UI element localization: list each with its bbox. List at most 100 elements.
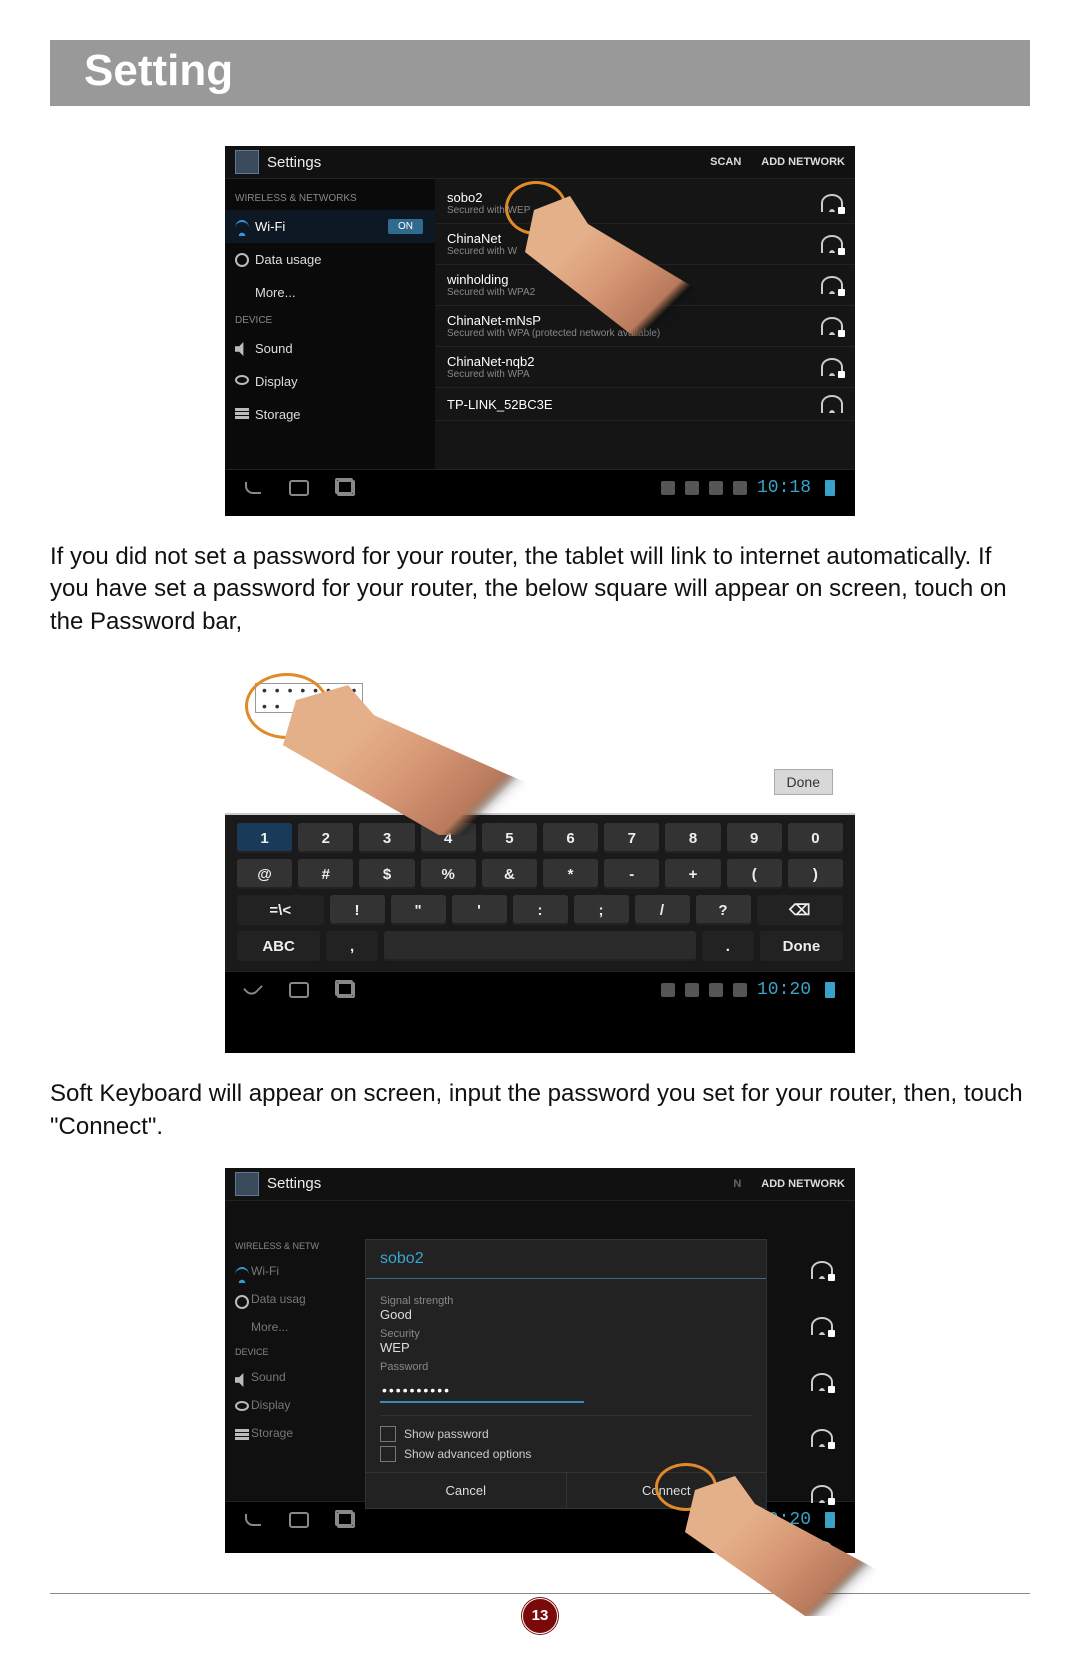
key[interactable]: ) <box>788 859 843 889</box>
nav-home-icon[interactable] <box>289 982 309 998</box>
key[interactable]: & <box>482 859 537 889</box>
sidebar-wifi-label: Wi-Fi <box>255 219 285 234</box>
cancel-button[interactable]: Cancel <box>366 1473 566 1508</box>
password-input[interactable]: •••••••••• <box>380 1379 584 1403</box>
key-comma[interactable]: , <box>326 931 378 961</box>
sidebar-display[interactable]: Display <box>225 365 435 398</box>
sidebar-storage: Storage <box>225 1419 365 1447</box>
page-number-badge: 13 <box>522 1598 558 1634</box>
sidebar-data-usage[interactable]: Data usage <box>225 243 435 276</box>
sidebar-storage[interactable]: Storage <box>225 398 435 431</box>
wifi-signal-icon <box>811 1485 833 1503</box>
wifi-on-toggle[interactable]: ON <box>388 219 423 234</box>
key[interactable]: + <box>665 859 720 889</box>
wifi-network-item[interactable]: TP-LINK_52BC3E <box>435 388 855 421</box>
sidebar-wifi[interactable]: Wi-Fi ON <box>225 210 435 243</box>
settings-icon <box>235 1172 259 1196</box>
wifi-signal-icon <box>821 317 843 335</box>
key-backspace[interactable]: ⌫ <box>757 895 844 925</box>
status-icon <box>685 983 699 997</box>
key[interactable]: * <box>543 859 598 889</box>
nav-back-icon[interactable] <box>245 482 261 494</box>
key[interactable]: @ <box>237 859 292 889</box>
key[interactable]: ! <box>330 895 385 925</box>
nav-back-icon[interactable] <box>245 1514 261 1526</box>
key-symbols[interactable]: =\< <box>237 895 324 925</box>
nav-home-icon[interactable] <box>289 1512 309 1528</box>
key[interactable]: / <box>635 895 690 925</box>
wifi-signal-icon <box>821 194 843 212</box>
scan-button[interactable]: SCAN <box>710 156 741 168</box>
wifi-security: Secured with W <box>447 246 517 257</box>
sidebar-more[interactable]: More... <box>225 276 435 309</box>
status-icon <box>709 983 723 997</box>
screenshot-keyboard: • • • • • • • • • • Done 1 2 3 4 5 6 7 8… <box>225 663 855 1053</box>
battery-icon <box>825 480 835 496</box>
sidebar-display: Display <box>225 1391 365 1419</box>
section-device: DEVICE <box>225 1341 365 1363</box>
key[interactable]: " <box>391 895 446 925</box>
key-space[interactable] <box>384 931 696 961</box>
key[interactable]: # <box>298 859 353 889</box>
password-label: Password <box>380 1361 752 1373</box>
key[interactable]: ? <box>696 895 751 925</box>
key[interactable]: % <box>421 859 476 889</box>
status-clock: 10:18 <box>757 478 811 498</box>
key[interactable]: - <box>604 859 659 889</box>
done-button[interactable]: Done <box>774 769 833 795</box>
key[interactable]: : <box>513 895 568 925</box>
nav-recent-icon[interactable] <box>337 982 355 998</box>
wifi-network-item[interactable]: ChinaNet-nqb2Secured with WPA <box>435 347 855 388</box>
key[interactable]: 3 <box>359 823 414 853</box>
dialog-title: sobo2 <box>366 1240 766 1279</box>
settings-title: Settings <box>267 154 321 171</box>
wifi-security: Secured with WPA2 <box>447 287 535 298</box>
screenshot-header: Settings N ADD NETWORK <box>225 1168 855 1201</box>
key-done[interactable]: Done <box>760 931 843 961</box>
wifi-signal-icon <box>811 1429 833 1447</box>
show-advanced-label: Show advanced options <box>404 1447 531 1461</box>
android-nav-bar: 10:18 <box>225 469 855 506</box>
key[interactable]: 6 <box>543 823 598 853</box>
key[interactable]: 2 <box>298 823 353 853</box>
show-advanced-checkbox[interactable] <box>380 1446 396 1462</box>
nav-recent-icon[interactable] <box>337 480 355 496</box>
wifi-security: Secured with WPA <box>447 369 534 380</box>
key[interactable]: 7 <box>604 823 659 853</box>
page-title: Setting <box>84 46 233 95</box>
wifi-signal-column <box>811 1261 833 1559</box>
key[interactable]: ( <box>727 859 782 889</box>
show-password-checkbox[interactable] <box>380 1426 396 1442</box>
wifi-network-item[interactable]: sobo2Secured with WEP <box>435 183 855 224</box>
settings-title: Settings <box>267 1175 321 1192</box>
status-icon <box>661 983 675 997</box>
key-abc[interactable]: ABC <box>237 931 320 961</box>
key-dot[interactable]: . <box>702 931 754 961</box>
section-wireless: WIRELESS & NETW <box>225 1235 365 1257</box>
sidebar-sound: Sound <box>225 1363 365 1391</box>
settings-sidebar-dimmed: WIRELESS & NETW Wi-Fi Data usag More... … <box>225 1233 365 1449</box>
nav-recent-icon[interactable] <box>337 1512 355 1528</box>
settings-icon <box>235 150 259 174</box>
status-icon <box>733 983 747 997</box>
instruction-paragraph-1: If you did not set a password for your r… <box>50 541 1030 638</box>
wifi-name: ChinaNet <box>447 231 517 246</box>
wifi-signal-icon <box>811 1261 833 1279</box>
section-wireless: WIRELESS & NETWORKS <box>225 187 435 210</box>
section-device: DEVICE <box>225 309 435 332</box>
add-network-button[interactable]: ADD NETWORK <box>761 156 845 168</box>
soft-keyboard: 1 2 3 4 5 6 7 8 9 0 @ # $ % & * - + ( ) … <box>225 815 855 971</box>
wifi-signal-icon <box>821 235 843 253</box>
security-value: WEP <box>380 1340 752 1355</box>
key[interactable]: 0 <box>788 823 843 853</box>
key[interactable]: 9 <box>727 823 782 853</box>
key[interactable]: $ <box>359 859 414 889</box>
sidebar-sound[interactable]: Sound <box>225 332 435 365</box>
add-network-button[interactable]: ADD NETWORK <box>761 1178 845 1190</box>
nav-back-icon[interactable] <box>243 978 263 998</box>
nav-home-icon[interactable] <box>289 480 309 496</box>
key[interactable]: 8 <box>665 823 720 853</box>
key[interactable]: ' <box>452 895 507 925</box>
key[interactable]: ; <box>574 895 629 925</box>
key[interactable]: 1 <box>237 823 292 853</box>
